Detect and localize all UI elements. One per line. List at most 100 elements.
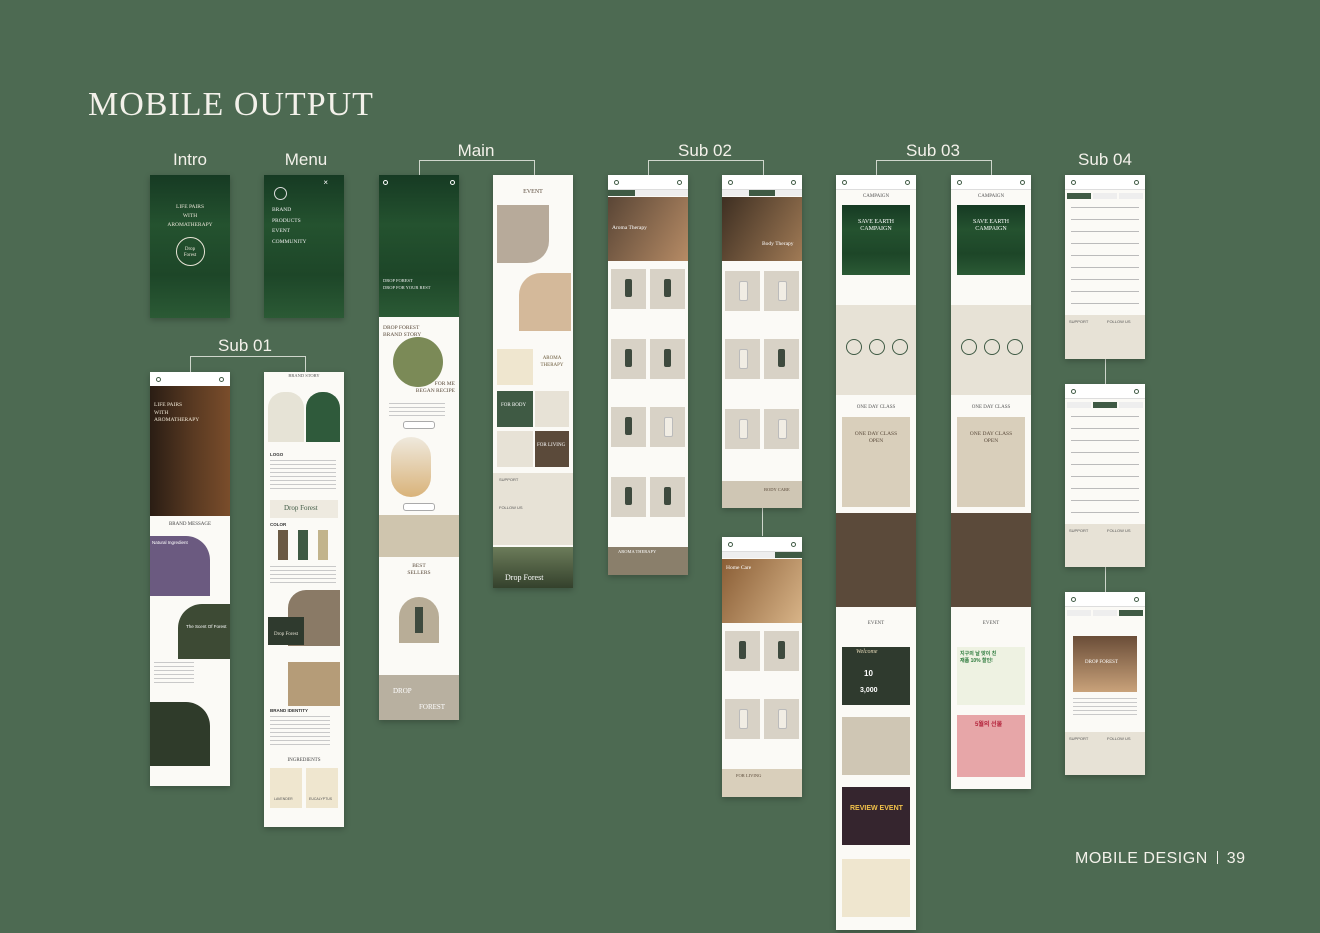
- tab-store[interactable]: [1119, 610, 1143, 616]
- sub02-screen-1[interactable]: Aroma Therapy AROMA THERAPY: [608, 175, 688, 575]
- event-card-1[interactable]: [497, 205, 549, 263]
- tab-living[interactable]: [775, 552, 802, 558]
- save-2: CAMPAIGN: [975, 226, 1007, 232]
- search-icon[interactable]: [1134, 596, 1139, 602]
- product-card[interactable]: [764, 699, 799, 739]
- search-icon[interactable]: [1134, 179, 1139, 185]
- tab-aroma[interactable]: [608, 190, 635, 196]
- product-card[interactable]: [611, 407, 646, 447]
- tab-store[interactable]: [1119, 402, 1143, 408]
- product-card[interactable]: [764, 409, 799, 449]
- aroma-1: AROMA: [542, 356, 562, 361]
- tab-body[interactable]: [748, 552, 776, 558]
- tab-body[interactable]: [748, 190, 776, 196]
- sub02-screen-2[interactable]: Body Therapy BODY CARE: [722, 175, 802, 508]
- search-icon[interactable]: [1020, 179, 1025, 185]
- search-icon[interactable]: [791, 179, 796, 185]
- aroma-product[interactable]: [497, 349, 533, 385]
- product-card[interactable]: [725, 409, 760, 449]
- product-card[interactable]: [650, 477, 685, 517]
- sub04-screen-2[interactable]: SUPPORT FOLLOW US: [1065, 384, 1145, 567]
- tab-faq[interactable]: [1093, 402, 1117, 408]
- may-gift-label: 5월의 선물: [975, 722, 1003, 728]
- menu-screen[interactable]: × BRAND PRODUCTS EVENT COMMUNITY: [264, 175, 344, 318]
- tab-faq[interactable]: [1093, 610, 1117, 616]
- lavender-card[interactable]: [270, 768, 302, 808]
- product-card[interactable]: [650, 339, 685, 379]
- menu-icon[interactable]: [957, 179, 962, 185]
- menu-icon[interactable]: [1071, 388, 1076, 394]
- product-card[interactable]: [611, 269, 646, 309]
- menu-item-products[interactable]: PRODUCTS: [272, 216, 307, 227]
- product-card[interactable]: [725, 631, 760, 671]
- for-living-card[interactable]: [535, 431, 569, 467]
- gift-event-card[interactable]: [842, 717, 910, 775]
- tab-notice[interactable]: [1067, 402, 1091, 408]
- product-card[interactable]: [725, 339, 760, 379]
- product-card[interactable]: [764, 339, 799, 379]
- eucalyptus-card[interactable]: [306, 768, 338, 808]
- tab-notice[interactable]: [1067, 193, 1091, 199]
- menu-icon[interactable]: [728, 541, 733, 547]
- category-tabs: [608, 190, 688, 196]
- sub04-screen-1[interactable]: SUPPORT FOLLOW US: [1065, 175, 1145, 359]
- product-card[interactable]: [725, 699, 760, 739]
- tab-body[interactable]: [634, 190, 662, 196]
- menu-icon[interactable]: [383, 179, 388, 185]
- menu-item-community[interactable]: COMMUNITY: [272, 237, 307, 248]
- main-screen-2[interactable]: EVENT AROMA THERAPY FOR BODY FOR LIVING …: [493, 175, 573, 588]
- aroma-hero-title: Aroma Therapy: [612, 225, 647, 231]
- menu-icon[interactable]: [1071, 179, 1076, 185]
- menu-icon[interactable]: [614, 179, 619, 185]
- menu-icon[interactable]: [156, 376, 161, 382]
- intro-screen[interactable]: LIFE PAIRS WITH AROMATHERAPY Drop Forest: [150, 175, 230, 318]
- menu-item-brand[interactable]: BRAND: [272, 205, 307, 216]
- search-icon[interactable]: [219, 376, 224, 382]
- event-card-2[interactable]: [519, 273, 571, 331]
- product-card[interactable]: [611, 477, 646, 517]
- sub03-screen-1[interactable]: CAMPAIGN SAVE EARTH CAMPAIGN ONE DAY CLA…: [836, 175, 916, 930]
- product-card[interactable]: [764, 271, 799, 311]
- tab-faq[interactable]: [1093, 193, 1117, 199]
- welcome-event-card[interactable]: [842, 647, 910, 705]
- tab-notice[interactable]: [1067, 610, 1091, 616]
- product-card[interactable]: [764, 631, 799, 671]
- body-product[interactable]: [535, 391, 569, 427]
- tab-store[interactable]: [1119, 193, 1143, 199]
- product-card[interactable]: [650, 407, 685, 447]
- tab-aroma[interactable]: [722, 552, 749, 558]
- search-icon[interactable]: [1134, 388, 1139, 394]
- gift-set-card[interactable]: [842, 859, 910, 917]
- fruit-more-button[interactable]: [403, 503, 435, 511]
- menu-icon[interactable]: [842, 179, 847, 185]
- review-event-card[interactable]: [842, 787, 910, 845]
- menu-item-event[interactable]: EVENT: [272, 226, 307, 237]
- menu-icon[interactable]: [1071, 596, 1076, 602]
- cart-icon[interactable]: [450, 179, 455, 185]
- search-icon[interactable]: [905, 179, 910, 185]
- product-card[interactable]: [611, 339, 646, 379]
- notice-list[interactable]: [1071, 207, 1139, 307]
- header-bar: [1065, 592, 1145, 607]
- search-icon[interactable]: [677, 179, 682, 185]
- search-icon[interactable]: [791, 541, 796, 547]
- product-card[interactable]: [650, 269, 685, 309]
- close-icon[interactable]: ×: [323, 178, 328, 187]
- sub03-screen-2[interactable]: CAMPAIGN SAVE EARTH CAMPAIGN ONE DAY CLA…: [951, 175, 1031, 789]
- sub01-screen-2[interactable]: BRAND STORY LOGO Drop Forest COLOR Drop …: [264, 372, 344, 827]
- living-product[interactable]: [497, 431, 533, 467]
- faq-list[interactable]: [1071, 416, 1139, 516]
- tab-living[interactable]: [661, 190, 688, 196]
- support-label: SUPPORT: [1069, 319, 1089, 324]
- story-more-button[interactable]: [403, 421, 435, 429]
- sub02-screen-3[interactable]: Home Care FOR LIVING: [722, 537, 802, 797]
- sub01-screen-1[interactable]: LIFE PAIRS WITH AROMATHERAPY BRAND MESSA…: [150, 372, 230, 786]
- main-screen-1[interactable]: DROP FOREST DROP FOR YOUR REST DROP FORE…: [379, 175, 459, 720]
- menu-icon[interactable]: [728, 179, 733, 185]
- earth-icon: [892, 339, 908, 355]
- sub04-screen-3[interactable]: DROP FOREST SUPPORT FOLLOW US: [1065, 592, 1145, 775]
- tab-aroma[interactable]: [722, 190, 749, 196]
- product-card[interactable]: [725, 271, 760, 311]
- tab-living[interactable]: [775, 190, 802, 196]
- for-body-card[interactable]: [497, 391, 533, 427]
